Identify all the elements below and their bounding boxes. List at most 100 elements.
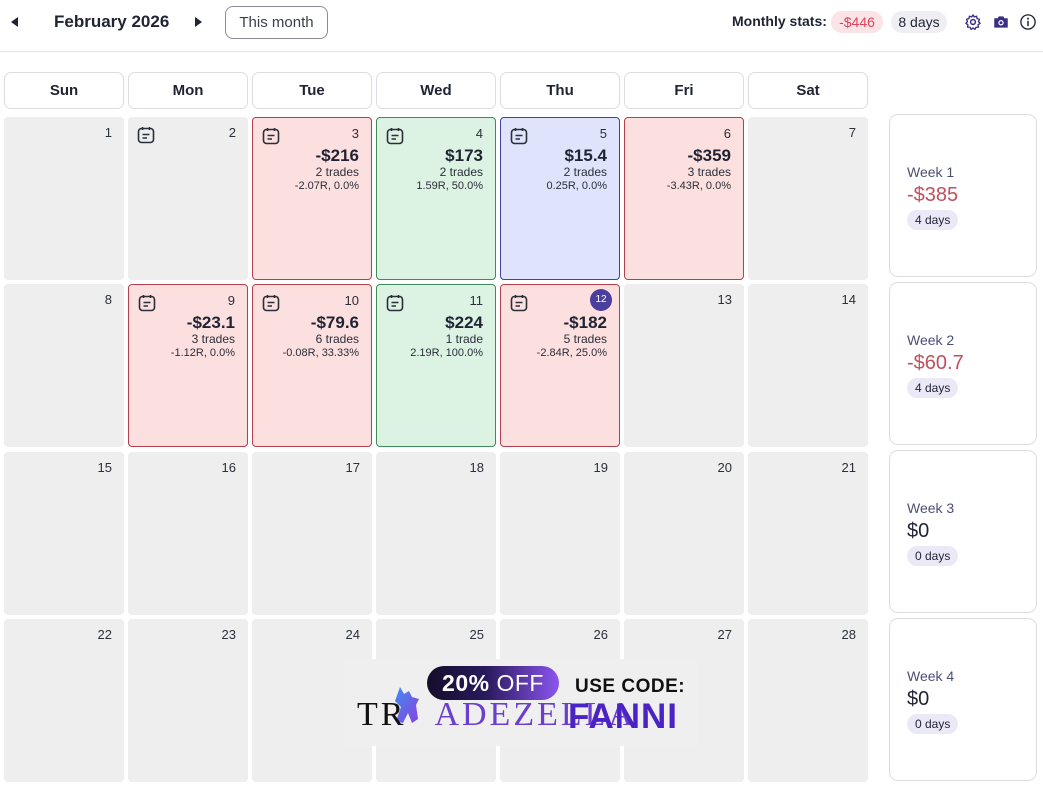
day-r-winrate: -3.43R, 0.0%	[666, 180, 731, 192]
screenshot-button[interactable]	[992, 13, 1010, 31]
day-pnl: -$23.1	[186, 313, 235, 332]
weekday-sat: Sat	[748, 72, 868, 109]
day-number: 4	[475, 126, 483, 141]
day-cell-16[interactable]: 16	[128, 452, 248, 615]
day-cell-19[interactable]: 19	[500, 452, 620, 615]
day-cell-20[interactable]: 20	[624, 452, 744, 615]
discount-percent: 20%	[442, 670, 490, 696]
use-code-label: USE CODE:	[575, 676, 686, 697]
day-cell-15[interactable]: 15	[4, 452, 124, 615]
day-pnl: -$182	[563, 313, 607, 332]
day-cell-1[interactable]: 1	[4, 117, 124, 280]
week-days-badge: 4 days	[907, 210, 959, 230]
day-number: 6	[723, 126, 731, 141]
day-number: 19	[593, 460, 608, 475]
day-trade-count: 2 trades	[563, 165, 607, 179]
day-cell-3[interactable]: 3 -$216 2 trades -2.07R, 0.0%	[252, 117, 372, 280]
day-cell-14[interactable]: 14	[748, 284, 868, 447]
today-badge: 12	[590, 289, 612, 311]
day-number: 24	[345, 627, 360, 642]
day-pnl: -$79.6	[310, 313, 359, 332]
daily-note-icon[interactable]	[137, 293, 157, 313]
day-number: 10	[344, 293, 359, 308]
week-pnl: $0	[907, 688, 930, 710]
day-pnl: -$359	[687, 146, 731, 165]
day-r-winrate: -1.12R, 0.0%	[170, 347, 235, 359]
daily-note-icon[interactable]	[509, 126, 529, 146]
day-trade-count: 3 trades	[191, 332, 235, 346]
day-number: 25	[469, 627, 484, 642]
day-cell-23[interactable]: 23	[128, 619, 248, 782]
day-cell-6[interactable]: 6 -$359 3 trades -3.43R, 0.0%	[624, 117, 744, 280]
daily-note-icon[interactable]	[509, 293, 529, 313]
day-cell-2[interactable]: 2	[128, 117, 248, 280]
day-cell-22[interactable]: 22	[4, 619, 124, 782]
daily-note-icon[interactable]	[261, 126, 281, 146]
day-number: 11	[469, 293, 484, 308]
day-number: 7	[848, 125, 856, 140]
day-pnl: $15.4	[564, 146, 607, 165]
day-number: 18	[469, 460, 484, 475]
week-label: Week 1	[907, 164, 955, 180]
weekday-mon: Mon	[128, 72, 248, 109]
daily-note-icon[interactable]	[385, 126, 405, 146]
day-number: 15	[97, 460, 112, 475]
day-number: 17	[345, 460, 360, 475]
daily-note-icon[interactable]	[136, 125, 156, 145]
day-cell-11[interactable]: 11 $224 1 trade 2.19R, 100.0%	[376, 284, 496, 447]
day-r-winrate: 1.59R, 50.0%	[416, 180, 483, 192]
day-cell-21[interactable]: 21	[748, 452, 868, 615]
day-number: 28	[841, 627, 856, 642]
day-trade-count: 3 trades	[687, 165, 731, 179]
week-summary-card[interactable]: Week 4 $0 0 days	[889, 618, 1037, 781]
week-summary-card[interactable]: Week 2 -$60.7 4 days	[889, 282, 1037, 445]
day-number: 8	[104, 292, 112, 307]
day-r-winrate: -2.84R, 25.0%	[536, 347, 607, 359]
calendar-header: February 2026 This month Monthly stats: …	[0, 0, 1043, 52]
prev-month-button[interactable]	[7, 14, 23, 30]
week-label: Week 4	[907, 668, 955, 684]
weekday-sun: Sun	[4, 72, 124, 109]
day-cell-12[interactable]: 12 -$182 5 trades -2.84R, 25.0%	[500, 284, 620, 447]
month-title: February 2026	[54, 12, 170, 31]
day-cell-9[interactable]: 9 -$23.1 3 trades -1.12R, 0.0%	[128, 284, 248, 447]
day-number: 14	[841, 292, 856, 307]
day-number: 3	[351, 126, 359, 141]
day-number: 5	[599, 126, 607, 141]
day-cell-7[interactable]: 7	[748, 117, 868, 280]
promo-banner[interactable]: 20% OFF USE CODE: TR ADEZELLA FANNI	[344, 659, 698, 746]
day-number: 16	[221, 460, 236, 475]
day-trade-count: 6 trades	[315, 332, 359, 346]
day-cell-28[interactable]: 28	[748, 619, 868, 782]
caret-right-icon	[195, 17, 202, 27]
day-number: 13	[717, 292, 732, 307]
caret-left-icon	[11, 17, 18, 27]
week-days-badge: 4 days	[907, 378, 959, 398]
discount-pill: 20% OFF	[427, 666, 559, 700]
day-number: 1	[104, 125, 112, 140]
week-summary-card[interactable]: Week 1 -$385 4 days	[889, 114, 1037, 277]
day-number: 21	[841, 460, 856, 475]
day-cell-5[interactable]: 5 $15.4 2 trades 0.25R, 0.0%	[500, 117, 620, 280]
day-number: 9	[227, 293, 235, 308]
this-month-button[interactable]: This month	[225, 6, 328, 39]
info-button[interactable]	[1019, 13, 1037, 31]
week-pnl: $0	[907, 520, 930, 542]
daily-note-icon[interactable]	[385, 293, 405, 313]
day-cell-17[interactable]: 17	[252, 452, 372, 615]
day-cell-4[interactable]: 4 $173 2 trades 1.59R, 50.0%	[376, 117, 496, 280]
day-r-winrate: 0.25R, 0.0%	[546, 180, 607, 192]
week-days-badge: 0 days	[907, 546, 959, 566]
next-month-button[interactable]	[190, 14, 206, 30]
week-summary-card[interactable]: Week 3 $0 0 days	[889, 450, 1037, 613]
day-cell-13[interactable]: 13	[624, 284, 744, 447]
camera-icon	[994, 16, 1008, 28]
settings-button[interactable]	[964, 13, 982, 31]
day-number: 26	[593, 627, 608, 642]
day-cell-10[interactable]: 10 -$79.6 6 trades -0.08R, 33.33%	[252, 284, 372, 447]
daily-note-icon[interactable]	[261, 293, 281, 313]
weekday-tue: Tue	[252, 72, 372, 109]
day-cell-8[interactable]: 8	[4, 284, 124, 447]
day-cell-18[interactable]: 18	[376, 452, 496, 615]
brand-head: TR	[357, 696, 407, 733]
